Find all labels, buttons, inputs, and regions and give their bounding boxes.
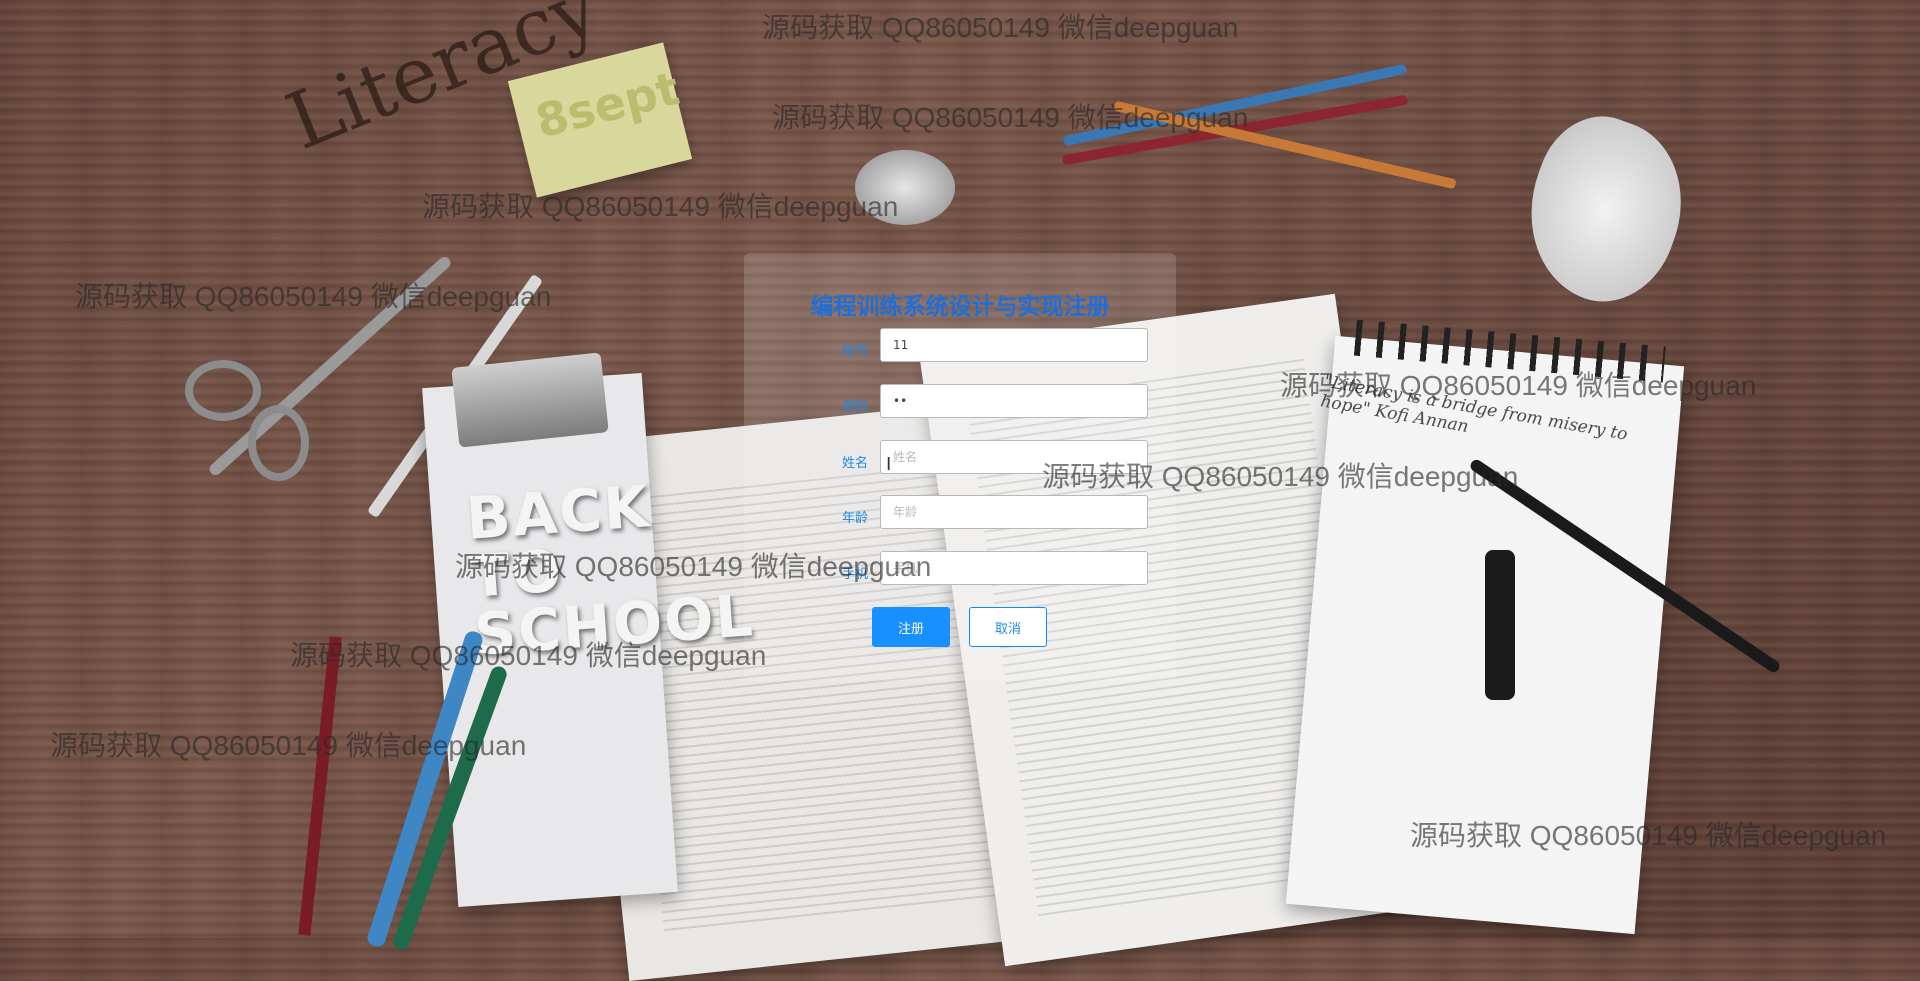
register-panel: 编程训练系统设计与实现注册 账号 密码 姓名 年龄 手机 注册 取消 [744,253,1176,681]
cancel-button[interactable]: 取消 [969,607,1047,647]
scissors-handle [248,405,309,481]
account-label: 账号 [841,344,868,359]
pencil-sharpener [855,150,955,225]
account-input[interactable] [880,328,1148,362]
password-label: 密码 [841,400,868,415]
age-label: 年龄 [841,511,868,526]
text-cursor-icon: I [886,454,892,475]
account-row: 账号 [744,328,1176,368]
watermark: 源码获取 QQ86050149 微信deepguan [75,281,552,312]
phone-row: 手机 [744,551,1176,591]
phone-label: 手机 [841,567,868,582]
sticky-note-text: 8sept [530,60,685,149]
register-button[interactable]: 注册 [872,607,950,647]
password-input[interactable] [880,384,1148,418]
age-row: 年龄 [744,495,1176,535]
scissors-handle [185,360,261,421]
phone-input[interactable] [880,551,1148,585]
crumpled-paper [1503,99,1707,321]
watermark: 源码获取 QQ86050149 微信deepguan [422,191,899,222]
binder-clip [451,352,609,448]
back-to-school-cutout: BACK TO SCHOOL [464,470,757,669]
name-label: 姓名 [841,456,868,471]
back-to-school-line: SCHOOL [472,581,757,669]
page-title: 编程训练系统设计与实现注册 [810,294,1110,320]
watermark: 源码获取 QQ86050149 微信deepguan [762,12,1239,43]
name-row: 姓名 [744,440,1176,480]
password-row: 密码 [744,384,1176,424]
pen-cap [1485,550,1515,700]
marker-red [298,636,342,936]
age-input[interactable] [880,495,1148,529]
name-input[interactable] [880,440,1148,474]
